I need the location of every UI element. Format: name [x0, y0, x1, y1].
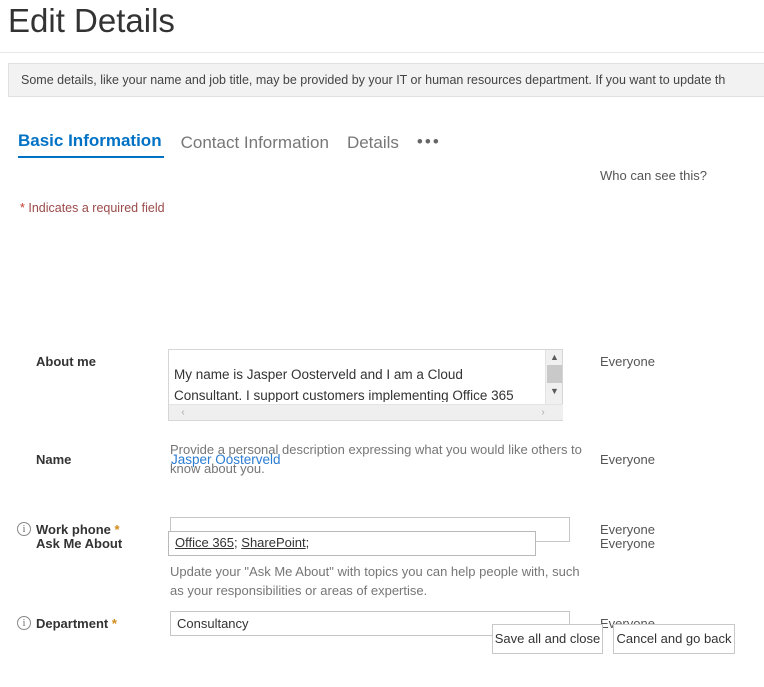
scroll-up-icon[interactable]: ▲ — [546, 350, 563, 364]
edit-details-page: Edit Details Some details, like your nam… — [0, 0, 764, 687]
label-work-phone: Work phone * — [36, 522, 120, 537]
field-row-department: i Department * Everyone — [0, 308, 764, 636]
tab-basic-information[interactable]: Basic Information — [18, 131, 164, 158]
tab-contact-information[interactable]: Contact Information — [181, 133, 339, 158]
scroll-down-icon[interactable]: ▼ — [546, 384, 563, 398]
visibility-about-me: Everyone — [600, 354, 655, 369]
label-about-me: About me — [36, 354, 96, 369]
required-field-note: * Indicates a required field — [20, 201, 165, 215]
title-divider — [0, 52, 764, 53]
cancel-and-go-back-button[interactable]: Cancel and go back — [613, 624, 735, 654]
field-row-work-phone: i Work phone * Everyone — [0, 261, 764, 542]
info-icon-work-phone[interactable]: i — [17, 522, 31, 536]
page-title: Edit Details — [8, 2, 175, 39]
label-ask-me-about: Ask Me About — [36, 536, 123, 551]
ask-me-about-help-text: Update your "Ask Me About" with topics y… — [170, 564, 580, 598]
scroll-left-icon[interactable]: ‹ — [175, 405, 191, 421]
label-department-text: Department — [36, 616, 109, 631]
tab-overflow-icon[interactable]: ••• — [417, 132, 441, 158]
about-me-textarea[interactable]: My name is Jasper Oosterveld and I am a … — [168, 349, 563, 421]
tab-bar: Basic Information Contact Information De… — [18, 131, 441, 158]
ask-me-about-separator-2: ; — [305, 535, 310, 550]
required-star-department: * — [111, 616, 117, 631]
field-row-name: Name Jasper Oosterveld Everyone — [0, 226, 764, 467]
visibility-work-phone: Everyone — [600, 522, 655, 537]
about-me-horizontal-scrollbar[interactable]: ‹ › — [169, 404, 563, 420]
visibility-ask-me-about: Everyone — [600, 536, 655, 551]
ask-me-about-input[interactable]: Office 365; SharePoint; — [168, 531, 536, 556]
ask-me-about-term-1[interactable]: Office 365 — [175, 535, 234, 550]
ask-me-about-separator-1: ; — [234, 535, 238, 550]
ask-me-about-term-2[interactable]: SharePoint — [241, 535, 305, 550]
about-me-help-text: Provide a personal description expressin… — [170, 442, 582, 476]
about-me-text[interactable]: My name is Jasper Oosterveld and I am a … — [169, 350, 531, 402]
label-name: Name — [36, 452, 72, 467]
label-work-phone-text: Work phone — [36, 522, 111, 537]
info-banner: Some details, like your name and job tit… — [8, 63, 764, 97]
required-note-text: Indicates a required field — [24, 201, 165, 215]
visibility-name: Everyone — [600, 452, 655, 467]
required-star-work-phone: * — [114, 522, 120, 537]
who-can-see-this-header: Who can see this? — [600, 168, 707, 183]
label-department: Department * — [36, 616, 117, 631]
tab-details[interactable]: Details — [347, 133, 409, 158]
info-icon-department[interactable]: i — [17, 616, 31, 630]
info-banner-text: Some details, like your name and job tit… — [21, 73, 726, 87]
field-row-picture: Picture Change your photo Everyone — [0, 495, 764, 519]
scroll-right-icon[interactable]: › — [535, 405, 551, 421]
save-all-and-close-button[interactable]: Save all and close — [492, 624, 603, 654]
about-me-vertical-scrollbar[interactable]: ▲ ▼ — [545, 350, 562, 405]
vertical-scroll-thumb[interactable] — [547, 365, 562, 383]
